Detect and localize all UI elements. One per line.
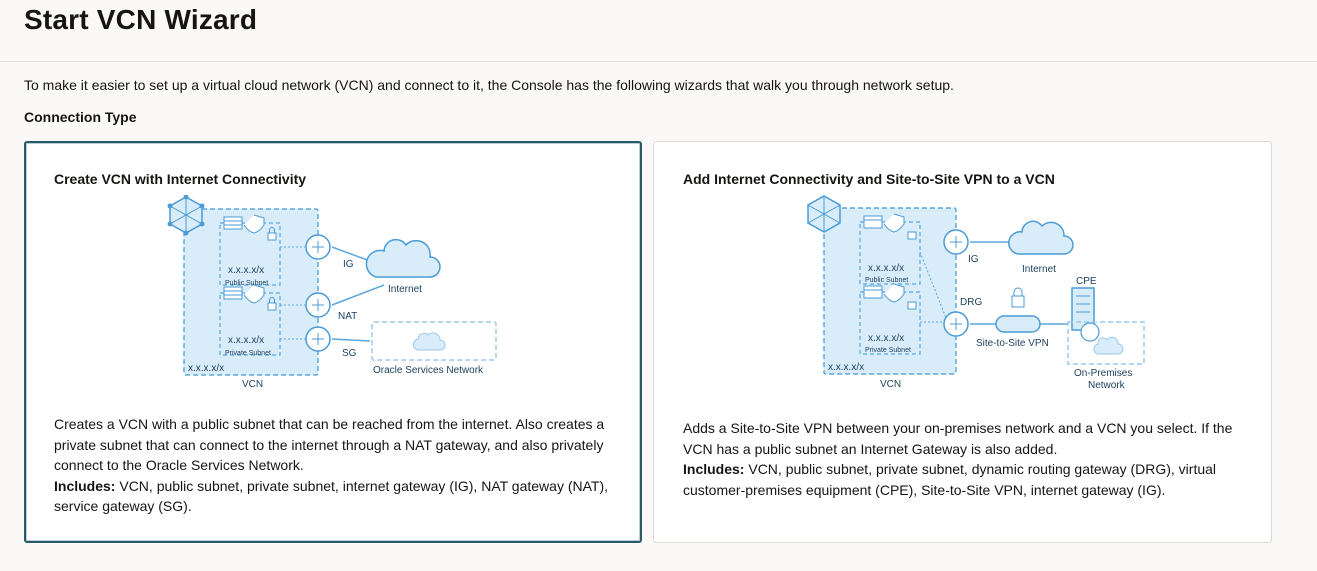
onprem-label-1: On-Premises bbox=[1074, 368, 1132, 379]
private-cidr: x.x.x.x/x bbox=[228, 335, 264, 346]
card-title: Create VCN with Internet Connectivity bbox=[54, 171, 307, 187]
osn-cloud-icon bbox=[412, 332, 446, 351]
vpn-label: Site-to-Site VPN bbox=[976, 338, 1049, 349]
lock-icon bbox=[907, 301, 917, 310]
vcn-cidr: x.x.x.x/x bbox=[188, 363, 224, 374]
sg-router-icon bbox=[305, 326, 331, 352]
sg-osn-arrow bbox=[331, 338, 371, 342]
drg-router-icon bbox=[943, 311, 969, 337]
intro-text: To make it easier to set up a virtual cl… bbox=[24, 77, 954, 93]
lock-icon bbox=[907, 231, 917, 240]
vpn-diagram: x.x.x.x/x Public Subnet x.x.x.x/x Privat… bbox=[807, 195, 1145, 391]
card-description: Adds a Site-to-Site VPN between your on-… bbox=[683, 418, 1248, 500]
page-title: Start VCN Wizard bbox=[24, 4, 258, 35]
drg-label: DRG bbox=[960, 297, 982, 308]
card-desc-text: Adds a Site-to-Site VPN between your on-… bbox=[683, 420, 1233, 457]
onprem-cloud-icon bbox=[1093, 336, 1124, 355]
server-icon bbox=[223, 216, 243, 230]
cpe-label: CPE bbox=[1076, 276, 1097, 287]
public-cidr: x.x.x.x/x bbox=[228, 265, 264, 276]
ig-router-icon bbox=[943, 229, 969, 255]
cpe-router-icon bbox=[1080, 322, 1100, 342]
internet-label: Internet bbox=[388, 284, 422, 295]
nat-router-icon bbox=[305, 292, 331, 318]
server-icon bbox=[223, 286, 243, 300]
public-subnet-label: Public Subnet bbox=[865, 277, 908, 284]
includes-text: VCN, public subnet, private subnet, dyna… bbox=[683, 461, 1217, 498]
ig-router-icon bbox=[305, 234, 331, 260]
card-add-vpn[interactable]: Add Internet Connectivity and Site-to-Si… bbox=[653, 141, 1272, 543]
includes-label: Includes: bbox=[54, 477, 116, 494]
includes-label: Includes: bbox=[683, 461, 745, 477]
sg-label: SG bbox=[342, 348, 357, 359]
server-icon bbox=[863, 215, 883, 229]
public-cidr: x.x.x.x/x bbox=[868, 263, 904, 274]
server-icon bbox=[863, 285, 883, 299]
lock-icon bbox=[1011, 287, 1025, 308]
private-cidr: x.x.x.x/x bbox=[868, 333, 904, 344]
card-desc-text: Creates a VCN with a public subnet that … bbox=[54, 416, 605, 473]
nat-internet-arrow bbox=[331, 284, 385, 306]
card-description: Creates a VCN with a public subnet that … bbox=[54, 414, 614, 517]
card-title: Add Internet Connectivity and Site-to-Si… bbox=[683, 171, 1055, 187]
private-subnet-label: Private Subnet bbox=[225, 350, 271, 357]
internet-cloud-icon bbox=[365, 238, 441, 278]
ig-label: IG bbox=[343, 259, 354, 270]
vcn-label: VCN bbox=[880, 379, 901, 390]
nat-label: NAT bbox=[338, 311, 357, 322]
includes-text: VCN, public subnet, private subnet, inte… bbox=[54, 477, 609, 515]
public-subnet-label: Public Subnet bbox=[225, 280, 268, 287]
vcn-cidr: x.x.x.x/x bbox=[828, 362, 864, 373]
osn-label: Oracle Services Network bbox=[373, 365, 484, 376]
vcn-label: VCN bbox=[242, 379, 263, 390]
connection-type-label: Connection Type bbox=[24, 109, 137, 125]
vcn-internet-diagram: x.x.x.x/x Public Subnet x.x.x.x/x Privat… bbox=[167, 195, 497, 390]
card-create-vcn-internet[interactable]: Create VCN with Internet Connectivity x.… bbox=[24, 141, 642, 543]
vpn-tunnel-icon bbox=[995, 315, 1041, 333]
page-header: Start VCN Wizard bbox=[0, 0, 1317, 62]
onprem-label-2: Network bbox=[1088, 380, 1126, 391]
internet-cloud-icon bbox=[1008, 220, 1074, 255]
internet-label: Internet bbox=[1022, 264, 1056, 275]
ig-label: IG bbox=[968, 254, 979, 265]
private-subnet-label: Private Subnet bbox=[865, 347, 911, 354]
